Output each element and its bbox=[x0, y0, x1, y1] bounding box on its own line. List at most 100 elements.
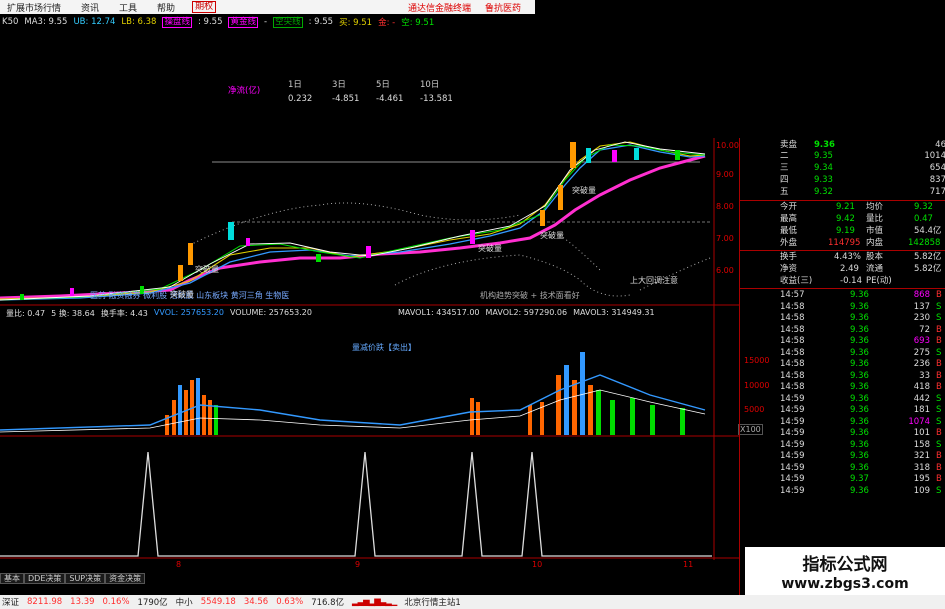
tick-time: 14:58 bbox=[780, 347, 805, 358]
order-book-level-4: 四 9.33 837 bbox=[780, 175, 945, 186]
stat-value: 5.82亿 bbox=[914, 252, 942, 262]
stat-value: 114795 bbox=[828, 238, 861, 248]
tick-time: 14:59 bbox=[780, 428, 805, 438]
stat-value: 142858 bbox=[908, 238, 941, 248]
lower-band-right bbox=[559, 234, 601, 271]
tick-side: B bbox=[936, 382, 942, 392]
stat-label: 内盘 bbox=[866, 238, 884, 248]
index2-value: 5549.18 bbox=[200, 597, 236, 607]
index1-name[interactable]: 深证 bbox=[2, 596, 19, 608]
subtab-fund[interactable]: 资金决策 bbox=[105, 573, 146, 584]
order-book-volume: 1014 bbox=[924, 151, 945, 161]
tick-time: 14:58 bbox=[780, 324, 805, 335]
order-book-volume: 46 bbox=[935, 140, 945, 150]
tick-side: S bbox=[936, 347, 942, 358]
status-bar: 深证 8211.98 13.39 0.16% 1790亿 中小 5549.18 … bbox=[0, 595, 945, 609]
activity-bars-icon: ▂▃▅▂▆▃▂▁ bbox=[352, 597, 397, 607]
tick-time: 14:59 bbox=[780, 474, 805, 484]
tick-volume: 230 bbox=[913, 313, 930, 323]
ma-line-main bbox=[0, 154, 706, 300]
volume-info-bar: 量比: 0.47 5 换: 38.64 换手率: 4.43 VVOL: 2576… bbox=[6, 308, 655, 319]
tick-volume: 181 bbox=[913, 405, 930, 415]
subtab-basic[interactable]: 基本 bbox=[0, 573, 24, 584]
order-book-price: 9.34 bbox=[814, 163, 833, 173]
tick-price: 9.36 bbox=[850, 439, 869, 450]
stat-label: 外盘 bbox=[780, 238, 798, 248]
volume-mavol1: MAVOL1: 434517.00 bbox=[397, 308, 480, 317]
tick-volume: 868 bbox=[913, 290, 930, 300]
stat-label: 净资 bbox=[780, 264, 798, 274]
tick-volume: 318 bbox=[913, 462, 930, 473]
stat-label: 换手 bbox=[780, 252, 798, 262]
order-book-price: 9.36 bbox=[814, 140, 835, 150]
order-book-level-3: 三 9.34 654 bbox=[780, 163, 945, 174]
stat-value: 0.47 bbox=[914, 214, 933, 224]
tick-time: 14:59 bbox=[780, 393, 805, 404]
tick-price: 9.36 bbox=[850, 405, 869, 415]
tick-volume: 109 bbox=[913, 485, 930, 496]
stat-label: 量比 bbox=[866, 214, 884, 224]
candlesticks bbox=[20, 142, 680, 300]
subtab-dde[interactable]: DDE决策 bbox=[24, 573, 66, 584]
index1-amount: 1790亿 bbox=[137, 598, 168, 608]
stats-divider bbox=[740, 250, 945, 251]
tick-volume: 693 bbox=[913, 336, 930, 346]
tick-price: 9.36 bbox=[850, 313, 869, 323]
signal-spikes bbox=[0, 451, 712, 557]
tick-volume: 1074 bbox=[908, 416, 930, 427]
tick-time: 14:59 bbox=[780, 451, 805, 461]
tick-side: B bbox=[936, 370, 942, 381]
tick-time: 14:58 bbox=[780, 313, 805, 323]
tick-time: 14:59 bbox=[780, 405, 805, 415]
tick-side: B bbox=[936, 474, 942, 484]
tick-time: 14:58 bbox=[780, 359, 805, 369]
tick-side: B bbox=[936, 462, 942, 473]
order-book-price: 9.35 bbox=[814, 151, 833, 161]
ma-line-white bbox=[0, 141, 706, 301]
breakout-label-4: 突破量 bbox=[540, 231, 564, 240]
analysis-note: 机构趋势突破 + 技术面看好 bbox=[480, 291, 580, 300]
server-name[interactable]: 北京行情主站1 bbox=[404, 596, 460, 608]
order-book-level: 三 bbox=[780, 163, 789, 173]
price-axis-9: 9.00 bbox=[716, 170, 734, 179]
stat-label: 今开 bbox=[780, 202, 798, 212]
index2-name[interactable]: 中小 bbox=[176, 596, 193, 608]
tick-time: 14:58 bbox=[780, 301, 805, 312]
order-book-volume: 837 bbox=[929, 175, 945, 185]
stat-value: 54.4亿 bbox=[914, 226, 942, 236]
tick-volume: 137 bbox=[913, 301, 930, 312]
stat-value: 2.49 bbox=[840, 264, 859, 274]
stat-value: 9.42 bbox=[836, 214, 855, 224]
tick-price: 9.36 bbox=[850, 347, 869, 358]
watermark-title: 指标公式网 bbox=[802, 555, 888, 575]
tick-price: 9.37 bbox=[850, 474, 869, 484]
sub-tabs: 基本 DDE决策 SUP决策 资金决策 bbox=[0, 573, 146, 584]
index1-change: 13.39 bbox=[70, 597, 95, 607]
volume-ratio: 量比: 0.47 bbox=[6, 309, 46, 318]
tick-price: 9.36 bbox=[850, 359, 869, 369]
stat-value: 4.43% bbox=[834, 252, 862, 262]
stat-label: 最低 bbox=[780, 226, 798, 236]
tick-time: 14:58 bbox=[780, 336, 805, 346]
subtab-sup[interactable]: SUP决策 bbox=[65, 573, 106, 584]
tick-side: B bbox=[936, 290, 942, 300]
quote-panel: 卖盘 9.36 46 二 9.35 1014 三 9.34 654 四 9.33… bbox=[739, 138, 945, 609]
tick-price: 9.36 bbox=[850, 428, 869, 438]
order-book-side: 卖盘 bbox=[780, 140, 798, 150]
tick-side: S bbox=[936, 485, 942, 496]
stat-value: 9.21 bbox=[836, 202, 855, 212]
watermark: 指标公式网 www.zbgs3.com bbox=[745, 547, 945, 595]
tick-time: 14:59 bbox=[780, 485, 805, 496]
tick-price: 9.36 bbox=[850, 324, 869, 335]
tick-side: S bbox=[936, 301, 942, 312]
ma-line-green bbox=[0, 144, 706, 301]
ma-line-blue bbox=[0, 144, 706, 301]
tick-volume: 195 bbox=[913, 474, 930, 484]
stat-label: 收益(三) bbox=[780, 276, 813, 286]
index2-percent: 0.63% bbox=[276, 597, 304, 607]
pullback-note: 上大回调注意 bbox=[630, 276, 678, 285]
tick-side: B bbox=[936, 428, 942, 438]
tick-time: 14:59 bbox=[780, 462, 805, 473]
order-book-level-1: 卖盘 9.36 46 bbox=[780, 140, 945, 151]
stat-label: PE(动) bbox=[866, 276, 892, 286]
